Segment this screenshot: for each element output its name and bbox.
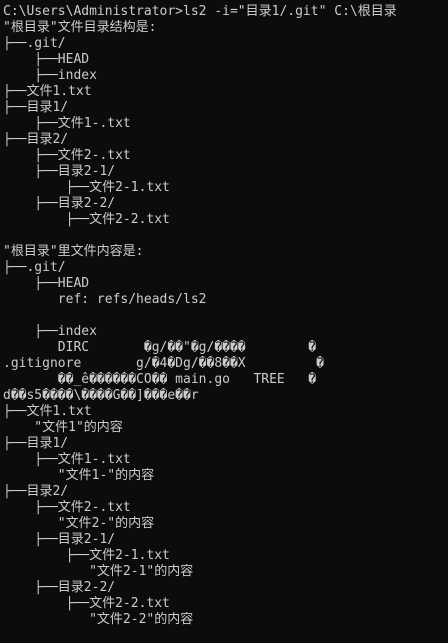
console-line: ├──目录2/ xyxy=(3,132,69,147)
console-line: ├──文件2-2.txt xyxy=(3,212,170,227)
console-line: "根目录"里文件内容是: xyxy=(3,244,144,259)
console-line: "文件2-2"的内容 xyxy=(3,612,194,627)
console-line: "文件2-1"的内容 xyxy=(3,564,194,579)
console-line: ├──目录2-1/ xyxy=(3,532,116,547)
console-line: ├──.git/ xyxy=(3,260,66,275)
console-line: "文件2-"的内容 xyxy=(3,516,155,531)
console-line: .gitignore g/�4�Dg/��8��X � xyxy=(3,356,324,371)
console-line: DIRC �g/��"�g/���� � xyxy=(3,340,317,355)
console-line: ref: refs/heads/ls2 xyxy=(3,292,207,307)
console-line: ��_ê������CO�� main.go TREE � xyxy=(3,372,317,387)
console-line-command: C:\Users\Administrator>ls2 -i="目录1/.git"… xyxy=(3,4,397,19)
console-line: ├──.git/ xyxy=(3,36,66,51)
console-line: ├──目录2-1/ xyxy=(3,164,116,179)
console-output[interactable]: C:\Users\Administrator>ls2 -i="目录1/.git"… xyxy=(0,0,448,643)
console-line: "文件1"的内容 xyxy=(3,420,123,435)
console-line: ├──HEAD xyxy=(3,276,90,291)
console-line: ├──目录1/ xyxy=(3,100,69,115)
console-line: ├──目录2/ xyxy=(3,484,69,499)
console-line: ├──文件2-1.txt xyxy=(3,180,170,195)
console-line: d��s5����\����G��]���e��r xyxy=(3,388,199,403)
console-line: ├──目录2-2/ xyxy=(3,580,116,595)
console-line: ├──文件1-.txt xyxy=(3,452,131,467)
console-line: ├──HEAD xyxy=(3,52,90,67)
console-line: ├──文件1-.txt xyxy=(3,116,131,131)
console-line: "根目录"文件目录结构是: xyxy=(3,20,157,35)
console-line: ├──index xyxy=(3,324,97,339)
console-line: ├──文件1.txt xyxy=(3,84,92,99)
console-line: ├──目录2-2/ xyxy=(3,196,116,211)
console-line: ├──文件2-2.txt xyxy=(3,596,170,611)
console-line: ├──index xyxy=(3,68,97,83)
console-line: "文件1-"的内容 xyxy=(3,468,155,483)
console-line: ├──目录1/ xyxy=(3,436,69,451)
console-line: ├──文件1.txt xyxy=(3,404,92,419)
console-line: ├──文件2-.txt xyxy=(3,148,131,163)
console-line: ├──文件2-1.txt xyxy=(3,548,170,563)
console-line: ├──文件2-.txt xyxy=(3,500,131,515)
